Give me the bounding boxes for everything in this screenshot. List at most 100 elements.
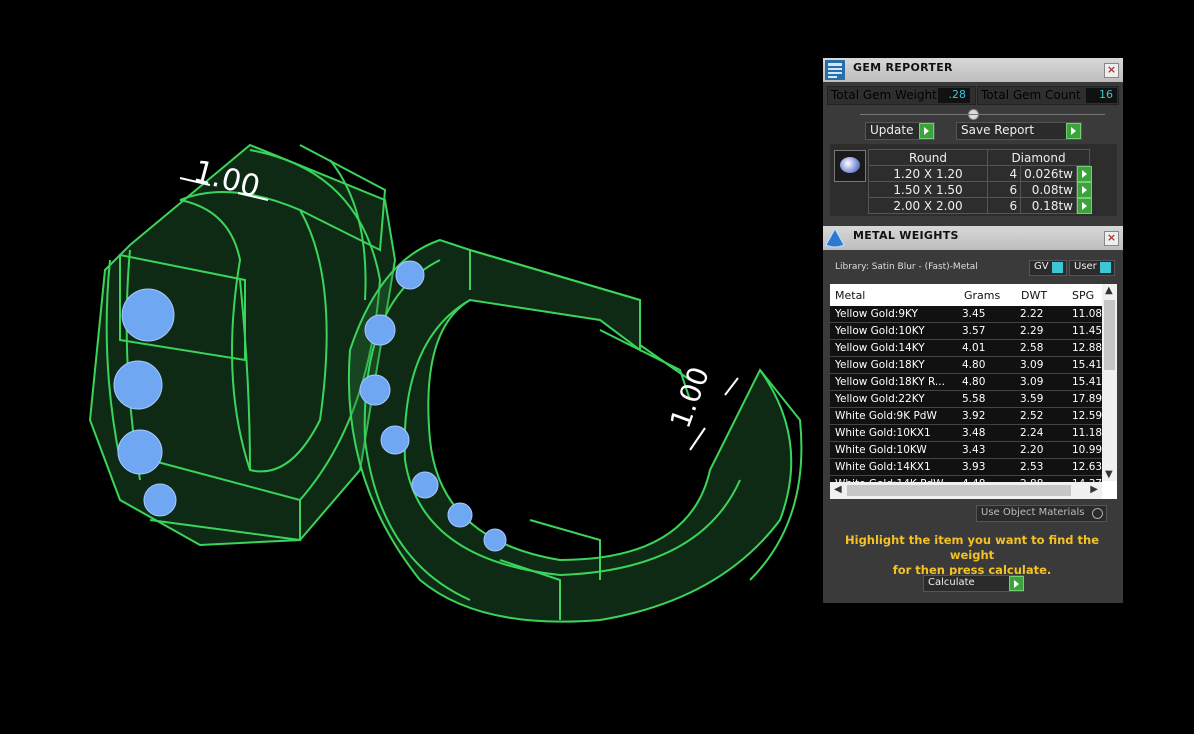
close-icon[interactable]: ×: [1104, 231, 1119, 246]
cell-grams: 4.80: [962, 376, 986, 388]
table-row[interactable]: White Gold:10KX1 3.48 2.24 11.18: [830, 425, 1102, 442]
update-button[interactable]: Update: [865, 122, 935, 140]
gem-row[interactable]: 2.00 X 2.00 6 0.18tw: [867, 197, 1092, 214]
table-row[interactable]: Yellow Gold:14KY 4.01 2.58 12.88: [830, 340, 1102, 357]
cell-metal: White Gold:14KX1: [835, 461, 931, 473]
cell-dwt: 3.09: [1020, 376, 1044, 388]
cell-grams: 3.43: [962, 444, 986, 456]
horizontal-scrollbar[interactable]: ◀ ▶: [830, 482, 1102, 499]
table-header: Metal Grams DWT SPG: [830, 284, 1102, 306]
save-report-button[interactable]: Save Report: [956, 122, 1082, 140]
scroll-thumb[interactable]: [1104, 300, 1115, 370]
table-body: Yellow Gold:9KY 3.45 2.22 11.08 Yellow Gold:…: [830, 306, 1102, 493]
play-icon: [1076, 182, 1092, 198]
gem-wireframe: [143, 483, 177, 517]
gem-weight: 0.18tw: [1020, 197, 1077, 214]
divider: [860, 114, 1105, 115]
dimension-label: 1.00: [664, 363, 716, 433]
scroll-left-icon[interactable]: ◀: [834, 484, 842, 495]
cell-metal: Yellow Gold:18KY R...: [835, 376, 945, 388]
column-header[interactable]: SPG: [1072, 289, 1094, 302]
toggle-circle-icon: [1092, 508, 1103, 519]
gem-wireframe: [113, 360, 163, 410]
left-ring-wireframe: [88, 143, 397, 547]
gem-count: 6: [987, 197, 1022, 214]
table-row[interactable]: Yellow Gold:9KY 3.45 2.22 11.08: [830, 306, 1102, 323]
metal-weights-titlebar[interactable]: METAL WEIGHTS ×: [823, 226, 1123, 250]
dimension-arrow: [724, 377, 739, 396]
table-row[interactable]: White Gold:9K PdW 3.92 2.52 12.59: [830, 408, 1102, 425]
table-row[interactable]: White Gold:14KX1 3.93 2.53 12.63: [830, 459, 1102, 476]
gem-row[interactable]: 1.50 X 1.50 6 0.08tw: [867, 181, 1092, 198]
gem-row-action[interactable]: [1075, 165, 1092, 182]
gem-wireframe: [117, 429, 163, 475]
column-header[interactable]: Metal: [835, 289, 865, 302]
user-toggle[interactable]: User: [1069, 260, 1115, 276]
use-object-materials-toggle[interactable]: Use Object Materials: [976, 505, 1107, 522]
gem-wireframe: [359, 374, 391, 406]
table-row[interactable]: Yellow Gold:22KY 5.58 3.59 17.89: [830, 391, 1102, 408]
scroll-thumb[interactable]: [847, 485, 1071, 496]
close-icon[interactable]: ×: [1104, 63, 1119, 78]
metal-weights-table[interactable]: Metal Grams DWT SPG Yellow Gold:9KY 3.45 2…: [830, 284, 1117, 499]
cell-grams: 5.58: [962, 393, 986, 405]
panel-title: METAL WEIGHTS: [853, 229, 959, 242]
cell-grams: 3.45: [962, 308, 986, 320]
total-gem-count-group: Total Gem Count 16: [977, 86, 1119, 105]
gem-row-action[interactable]: [1075, 181, 1092, 198]
gem-count: 6: [987, 181, 1022, 198]
cell-metal: Yellow Gold:14KY: [835, 342, 925, 354]
cell-dwt: 2.24: [1020, 427, 1044, 439]
cell-metal: White Gold:10KX1: [835, 427, 931, 439]
right-ring-wireframe: [347, 238, 803, 623]
cell-grams: 3.92: [962, 410, 986, 422]
calculate-button[interactable]: Calculate: [923, 575, 1024, 592]
cell-spg: 11.08: [1072, 308, 1102, 320]
toggle-indicator-icon: [1100, 262, 1111, 273]
scroll-right-icon[interactable]: ▶: [1090, 484, 1098, 495]
gem-wireframe: [380, 425, 410, 455]
gem-row[interactable]: 1.20 X 1.20 4 0.026tw: [867, 165, 1092, 182]
play-icon: [1009, 576, 1024, 591]
cone-icon: [825, 227, 845, 248]
vertical-scrollbar[interactable]: ▲ ▼: [1102, 284, 1117, 481]
gem-row-action[interactable]: [1075, 197, 1092, 214]
cell-metal: Yellow Gold:10KY: [835, 325, 925, 337]
column-header-type: Diamond: [987, 149, 1090, 166]
gem-wireframe: [483, 528, 507, 552]
total-gem-weight-value: .28: [938, 88, 970, 103]
cell-metal: Yellow Gold:22KY: [835, 393, 925, 405]
column-header[interactable]: DWT: [1021, 289, 1047, 302]
gem-wireframe: [411, 471, 439, 499]
gem-size: 2.00 X 2.00: [867, 197, 989, 214]
scroll-down-icon[interactable]: ▼: [1105, 469, 1113, 480]
cell-dwt: 2.22: [1020, 308, 1044, 320]
hint-line: Highlight the item you want to find the …: [845, 533, 1099, 562]
column-header[interactable]: Grams: [964, 289, 1000, 302]
library-label: Library: Satin Blur - (Fast)-Metal: [835, 262, 978, 272]
gem-weight: 0.08tw: [1020, 181, 1077, 198]
total-gem-count-value: 16: [1086, 88, 1117, 103]
table-row[interactable]: Yellow Gold:18KY 4.80 3.09 15.41: [830, 357, 1102, 374]
cell-metal: White Gold:9K PdW: [835, 410, 937, 422]
cell-spg: 12.63: [1072, 461, 1102, 473]
gem-wireframe: [395, 260, 425, 290]
table-row[interactable]: Yellow Gold:18KY R... 4.80 3.09 15.41: [830, 374, 1102, 391]
cell-spg: 15.41: [1072, 376, 1102, 388]
table-row[interactable]: White Gold:10KW 3.43 2.20 10.99: [830, 442, 1102, 459]
gem-wireframe: [447, 502, 473, 528]
gv-toggle[interactable]: GV: [1029, 260, 1067, 276]
gem-weight: 0.026tw: [1020, 165, 1077, 182]
total-gem-weight-group: Total Gem Weight .28: [827, 86, 976, 105]
scroll-up-icon[interactable]: ▲: [1105, 285, 1113, 296]
table-row[interactable]: Yellow Gold:10KY 3.57 2.29 11.45: [830, 323, 1102, 340]
cell-dwt: 3.09: [1020, 359, 1044, 371]
report-icon: [825, 60, 845, 80]
column-header-shape: Round: [867, 149, 989, 166]
gem-reporter-titlebar[interactable]: GEM REPORTER ×: [823, 58, 1123, 82]
gem-table: Round Diamond 1.20 X 1.20 4 0.026tw 1.50…: [867, 149, 1092, 214]
gem-wireframe: [364, 314, 396, 346]
cell-spg: 12.59: [1072, 410, 1102, 422]
cell-dwt: 3.59: [1020, 393, 1044, 405]
cell-spg: 15.41: [1072, 359, 1102, 371]
